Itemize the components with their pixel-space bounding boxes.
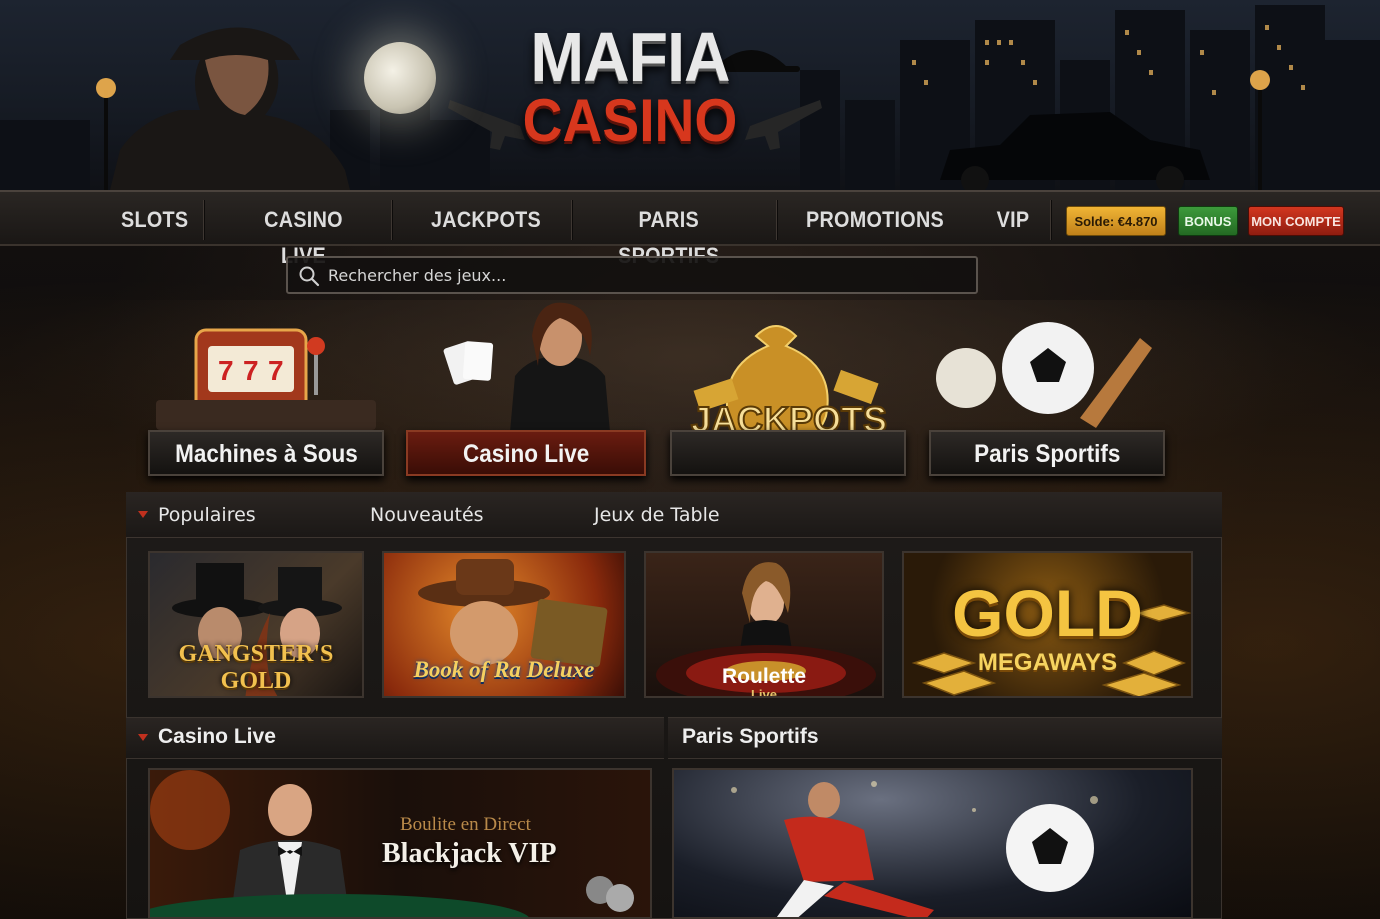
game-title: GOLD — [952, 576, 1143, 650]
active-tab-indicator-icon — [138, 511, 148, 518]
sports-tile-football[interactable] — [672, 768, 1193, 919]
nav-divider — [391, 200, 393, 240]
nav-divider — [203, 200, 205, 240]
casino-live-section-title[interactable]: Casino Live — [158, 725, 276, 749]
header-banner: MAFIA CASINO — [0, 0, 1380, 190]
game-tile-roulette-live[interactable]: Roulette Live — [644, 551, 884, 698]
category-paris-sportifs-label: Paris Sportifs — [973, 440, 1121, 468]
section-indicator-icon — [138, 734, 148, 741]
game-title: Book of Ra Deluxe — [413, 657, 595, 682]
tab-populaires[interactable]: Populaires — [158, 502, 256, 528]
nav-item-paris-sportifs[interactable]: PARIS SPORTIFS — [590, 202, 748, 268]
moon-illustration — [364, 42, 436, 114]
my-account-button[interactable]: MON COMPTE — [1248, 206, 1344, 236]
logo-bottom-text: CASINO — [522, 87, 738, 154]
game-title: GANGSTER'S GOLD — [178, 641, 334, 694]
live-tile-title: Blackjack VIP — [382, 838, 557, 869]
tab-nouveautes[interactable]: Nouveautés — [370, 502, 484, 528]
game-subtitle: MEGAWAYS — [977, 649, 1118, 676]
category-jackpots[interactable] — [670, 430, 906, 476]
nav-item-promotions[interactable]: PROMOTIONS — [806, 202, 944, 238]
nav-divider — [571, 200, 573, 240]
main-navigation: SLOTS CASINO LIVE JACKPOTS PARIS SPORTIF… — [0, 190, 1380, 268]
slot-machine-icon: 7 7 7 — [156, 328, 376, 432]
category-casino-live-label: Casino Live — [462, 440, 590, 468]
game-tile-book-of-ra[interactable]: Book of Ra Deluxe — [382, 551, 626, 698]
category-slots[interactable]: Machines à Sous — [148, 430, 384, 476]
svg-text:7: 7 — [268, 355, 284, 386]
game-tile-gangsters-gold[interactable]: GANGSTER'S GOLD — [148, 551, 364, 698]
category-paris-sportifs[interactable]: Paris Sportifs — [929, 430, 1165, 476]
search-icon — [299, 266, 320, 287]
sports-balls-icon — [936, 322, 1152, 428]
nav-divider — [776, 200, 778, 240]
nav-item-casino-live[interactable]: CASINO LIVE — [245, 202, 362, 268]
svg-text:7: 7 — [218, 355, 234, 386]
football-player-illustration — [731, 781, 1098, 917]
nav-item-vip[interactable]: VIP — [995, 202, 1031, 238]
logo-top-text: MAFIA — [530, 18, 730, 96]
svg-text:7: 7 — [243, 355, 259, 386]
live-tile-blackjack-vip[interactable]: Boulite en Direct Blackjack VIP — [148, 768, 652, 919]
category-slots-label: Machines à Sous — [174, 440, 358, 468]
game-title: Roulette — [722, 665, 806, 688]
search-input[interactable] — [328, 258, 968, 292]
balance-badge[interactable]: Solde: €4.870 — [1066, 206, 1166, 236]
search-bar[interactable] — [286, 256, 978, 294]
site-logo[interactable]: MAFIA CASINO — [500, 18, 760, 154]
nav-divider — [1050, 200, 1052, 240]
nav-item-jackpots[interactable]: JACKPOTS — [431, 202, 541, 238]
game-subtitle: Live — [750, 687, 777, 698]
nav-item-slots[interactable]: SLOTS — [121, 202, 188, 238]
bonus-button[interactable]: BONUS — [1178, 206, 1238, 236]
live-tile-kicker: Boulite en Direct — [400, 814, 531, 835]
live-dealer-icon — [443, 302, 610, 432]
tab-jeux-de-table[interactable]: Jeux de Table — [594, 502, 720, 528]
paris-sportifs-section-title[interactable]: Paris Sportifs — [682, 725, 819, 749]
category-casino-live[interactable]: Casino Live — [406, 430, 646, 476]
game-tile-gold-megaways[interactable]: GOLD MEGAWAYS — [902, 551, 1193, 698]
